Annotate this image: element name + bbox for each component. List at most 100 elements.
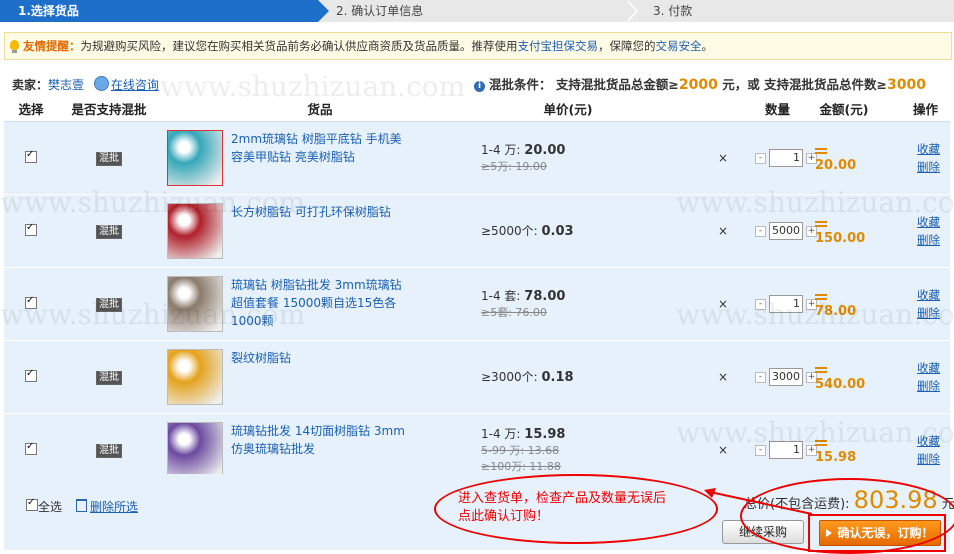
quantity-input[interactable]: 3000 (769, 368, 803, 387)
product-thumbnail[interactable] (167, 276, 223, 332)
step-separator (626, 0, 638, 22)
mix-condition: i 混批条件： 支持混批货品总金额≥2000 元，或 支持混批货品总件数≥3000 (474, 74, 926, 93)
price-value: 0.18 (541, 369, 574, 385)
price-value: 0.03 (541, 223, 574, 239)
amount-cell: 20.00 (814, 121, 875, 195)
price-range: 1-4 万: (481, 426, 521, 441)
quantity-input[interactable]: 5000 (769, 222, 803, 241)
price-cell: ≥5000个: 0.03 (480, 194, 656, 268)
price-range: 1-4 万: (481, 142, 521, 157)
quantity-stepper[interactable]: -1 + (755, 149, 817, 168)
price-range: ≥5万: (481, 159, 512, 173)
delete-selected-label: 删除所选 (90, 500, 139, 514)
item-checkbox[interactable] (25, 149, 37, 163)
decrease-button[interactable]: - (755, 298, 766, 310)
condition-text2: 元，或 支持混批货品总件数≥ (722, 77, 888, 92)
col-actions: 操作 (874, 96, 951, 122)
goods-cell: 2mm琉璃钻 树脂平底钻 手机美容美甲贴钻 亮美树脂钻 (160, 121, 480, 195)
decrease-button[interactable]: - (755, 152, 766, 164)
price-tier: ≥100万: 11.88 (481, 459, 655, 475)
decrease-button[interactable]: - (755, 225, 766, 237)
quantity-stepper[interactable]: -1 + (755, 295, 817, 314)
quantity-cell: -1 + (732, 121, 817, 195)
online-consult-link[interactable]: 在线咨询 (111, 78, 159, 92)
item-checkbox[interactable] (25, 368, 37, 382)
product-name-link[interactable]: 长方树脂钻 可打孔环保树脂钻 (231, 203, 411, 221)
actions-cell: 收藏 删除 (874, 267, 951, 341)
condition-text1: 支持混批货品总金额≥ (555, 77, 679, 92)
product-name-link[interactable]: 琉璃钻 树脂钻批发 3mm琉璃钻超值套餐 15000颗自选15色各1000颗 (231, 276, 411, 330)
price-value: 76.00 (515, 305, 547, 319)
product-thumbnail[interactable] (167, 422, 223, 478)
table-row: 混批 琉璃钻 树脂钻批发 3mm琉璃钻超值套餐 15000颗自选15色各1000… (4, 267, 951, 341)
quantity-input[interactable]: 1 (769, 149, 803, 168)
table-row: 混批 长方树脂钻 可打孔环保树脂钻 ≥5000个: 0.03 × -5000+ … (4, 194, 951, 268)
item-checkbox[interactable] (25, 222, 37, 236)
price-tier: ≥5000个: 0.03 (481, 223, 655, 240)
multiply-sign: × (717, 224, 728, 238)
times-cell: × (656, 194, 732, 268)
reminder-title: 友情提醒： (23, 39, 81, 53)
decrease-button[interactable]: - (755, 371, 766, 383)
alipay-guarantee-link[interactable]: 支付宝担保交易 (518, 39, 599, 53)
amount-cell: 78.00 (814, 267, 875, 341)
price-tier: 5-99 万: 13.68 (481, 443, 655, 459)
mix-cell: 混批 (58, 267, 160, 341)
step-payment: 3. 付款 (653, 4, 693, 18)
price-cell: ≥3000个: 0.18 (480, 340, 656, 414)
delete-link[interactable]: 删除 (875, 377, 940, 395)
delete-selected-link[interactable]: 删除所选 (76, 498, 138, 515)
price-tier: ≥3000个: 0.18 (481, 369, 655, 386)
item-amount: 540.00 (815, 376, 866, 392)
goods-cell: 裂纹树脂钻 (160, 340, 480, 414)
product-thumbnail[interactable] (167, 203, 223, 259)
actions-cell: 收藏 删除 (874, 121, 951, 195)
select-cell (4, 267, 58, 341)
seller-name[interactable]: 樊志壹 (48, 78, 84, 92)
col-goods: 货品 (160, 96, 480, 122)
reminder-text-end: 。 (701, 39, 714, 53)
quantity-stepper[interactable]: -5000 + (755, 222, 817, 241)
goods-cell: 琉璃钻 树脂钻批发 3mm琉璃钻超值套餐 15000颗自选15色各1000颗 (160, 267, 480, 341)
quantity-input[interactable]: 1 (769, 295, 803, 314)
checkout-steps: 1.选择货品 2. 确认订单信息 3. 付款 (0, 0, 954, 22)
times-cell: × (656, 267, 732, 341)
quantity-input[interactable]: 1 (769, 441, 803, 460)
decrease-button[interactable]: - (755, 444, 766, 456)
multiply-sign: × (717, 443, 728, 457)
chat-icon[interactable] (93, 76, 109, 91)
table-row: 混批 裂纹树脂钻 ≥3000个: 0.18 × -3000+ 540.00 收藏… (4, 340, 951, 414)
item-checkbox[interactable] (25, 295, 37, 309)
favorite-link[interactable]: 收藏 (875, 432, 940, 450)
delete-link[interactable]: 删除 (875, 450, 940, 468)
product-name-link[interactable]: 2mm琉璃钻 树脂平底钻 手机美容美甲贴钻 亮美树脂钻 (231, 130, 411, 166)
equals-sign (815, 440, 828, 446)
price-tier: 1-4 万: 15.98 (481, 426, 655, 443)
step-select-goods: 1.选择货品 (0, 0, 329, 22)
col-quantity: 数量 (656, 96, 815, 122)
mix-badge: 混批 (96, 225, 122, 239)
item-checkbox[interactable] (25, 441, 37, 455)
product-thumbnail[interactable] (167, 349, 223, 405)
delete-link[interactable]: 删除 (875, 158, 940, 176)
delete-link[interactable]: 删除 (875, 304, 940, 322)
select-all[interactable]: 全选 (26, 497, 62, 515)
delete-link[interactable]: 删除 (875, 231, 940, 249)
product-name-link[interactable]: 裂纹树脂钻 (231, 349, 411, 367)
trade-safety-link[interactable]: 交易安全 (656, 39, 702, 53)
favorite-link[interactable]: 收藏 (875, 359, 940, 377)
quantity-stepper[interactable]: -1 + (755, 441, 817, 460)
quantity-stepper[interactable]: -3000 + (755, 368, 817, 387)
amount-cell: 540.00 (814, 340, 875, 414)
select-cell (4, 194, 58, 268)
product-name-link[interactable]: 琉璃钻批发 14切面树脂钻 3mm仿奥琉璃钻批发 (231, 422, 411, 458)
friendly-reminder: 友情提醒：为规避购买风险，建议您在购买相关货品前务必确认供应商资质及货品质量。推… (4, 32, 952, 60)
product-thumbnail[interactable] (167, 130, 223, 186)
select-all-checkbox[interactable] (26, 497, 38, 511)
times-cell: × (656, 340, 732, 414)
price-tier: ≥5套: 76.00 (481, 305, 655, 321)
favorite-link[interactable]: 收藏 (875, 213, 940, 231)
favorite-link[interactable]: 收藏 (875, 140, 940, 158)
item-amount: 20.00 (815, 157, 857, 173)
favorite-link[interactable]: 收藏 (875, 286, 940, 304)
